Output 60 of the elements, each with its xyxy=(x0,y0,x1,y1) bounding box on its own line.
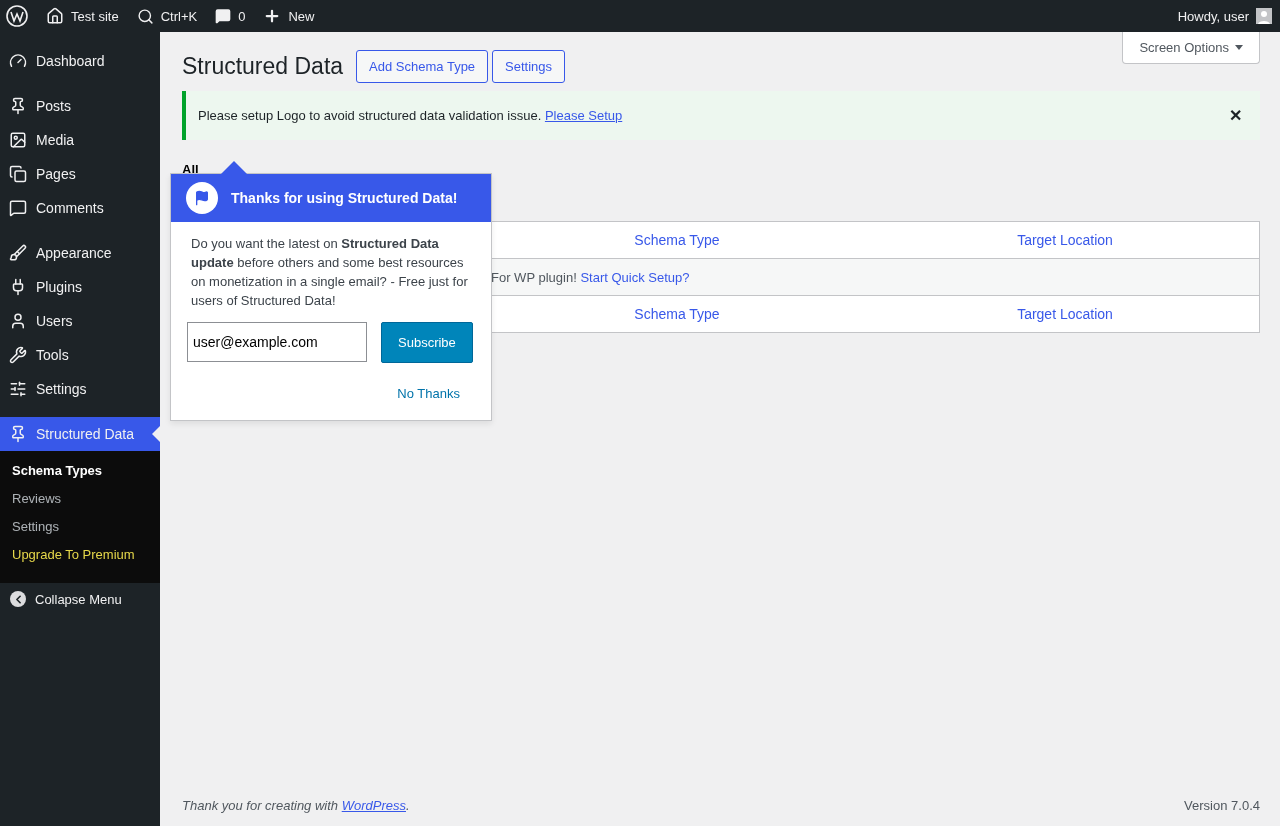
comment-icon xyxy=(215,8,232,24)
pin-icon xyxy=(9,425,27,443)
submenu-item[interactable]: Settings xyxy=(0,513,160,541)
sidebar-item[interactable]: Posts xyxy=(0,89,160,123)
sidebar-item[interactable]: Plugins xyxy=(0,270,160,304)
avatar-icon xyxy=(1256,8,1272,24)
pin-icon xyxy=(9,97,27,115)
search-icon xyxy=(136,7,154,25)
notice-text: Please setup Logo to avoid structured data validation issue. Please Setup xyxy=(198,108,623,123)
header-button[interactable]: Add Schema Type xyxy=(356,50,489,83)
greeting-text[interactable]: Howdy, user xyxy=(1177,8,1249,24)
dashboard-icon xyxy=(9,52,27,70)
comment-count[interactable]: 0 xyxy=(238,8,246,24)
collapse-menu[interactable]: Collapse Menu xyxy=(35,591,122,607)
wordpress-logo-icon[interactable] xyxy=(6,5,28,27)
column-header[interactable]: Schema Type xyxy=(634,232,720,248)
submenu-item[interactable]: Schema Types xyxy=(0,457,160,485)
sidebar-item[interactable]: Users xyxy=(0,304,160,338)
quick-setup-link[interactable]: Start Quick Setup? xyxy=(580,269,690,285)
image-icon xyxy=(9,131,27,149)
new-link[interactable]: New xyxy=(288,8,315,24)
sidebar-item[interactable]: Media xyxy=(0,123,160,157)
footer-text: Thank you for creating with WordPress. xyxy=(182,798,410,813)
sidebar-item[interactable]: Settings xyxy=(0,372,160,406)
collapse-icon[interactable] xyxy=(10,591,26,607)
site-link[interactable]: Test site xyxy=(71,8,119,24)
version-text: Version 7.0.4 xyxy=(1184,798,1260,813)
caret-icon xyxy=(1235,45,1243,50)
sliders-icon xyxy=(9,380,27,398)
column-footer[interactable]: Target Location xyxy=(1017,306,1113,322)
close-button[interactable]: ✕ xyxy=(1223,105,1248,126)
subscribe-button[interactable]: Subscribe xyxy=(381,322,473,363)
popup-title: Thanks for using Structured Data! xyxy=(231,190,458,206)
pointer-icon xyxy=(152,426,160,442)
header-button[interactable]: Settings xyxy=(492,50,566,83)
sidebar-item[interactable]: Pages xyxy=(0,157,160,191)
page-title: Structured Data xyxy=(182,53,344,80)
sidebar-item[interactable]: Appearance xyxy=(0,236,160,270)
wordpress-link[interactable]: WordPress xyxy=(341,798,406,813)
sidebar-item[interactable]: Structured Data xyxy=(0,417,160,451)
home-icon xyxy=(46,7,64,25)
column-header[interactable]: Target Location xyxy=(1017,232,1113,248)
column-footer[interactable]: Schema Type xyxy=(634,306,720,322)
user-icon xyxy=(9,312,27,330)
comment-icon xyxy=(9,199,27,217)
sidebar-item[interactable]: Comments xyxy=(0,191,160,225)
flag-icon xyxy=(186,182,218,214)
wrench-icon xyxy=(9,346,27,364)
search-shortcut[interactable]: Ctrl+K xyxy=(160,8,198,24)
pages-icon xyxy=(9,165,27,183)
sidebar-item[interactable]: Tools xyxy=(0,338,160,372)
brush-icon xyxy=(9,244,27,262)
popup-message: Do you want the latest on Structured Data update before others and some best resources on monetization in a single email? - Free just for users of Structured Data! xyxy=(190,235,469,310)
sidebar-item[interactable]: Dashboard xyxy=(0,44,160,78)
submenu-item[interactable]: Reviews xyxy=(0,485,160,513)
screen-options-button[interactable]: Screen Options xyxy=(1122,32,1260,64)
setup-link[interactable]: Please Setup xyxy=(544,108,623,123)
email-field[interactable]: user@example.com xyxy=(187,322,367,362)
submenu-item[interactable]: Upgrade To Premium xyxy=(0,541,160,569)
no-thanks-button[interactable]: No Thanks xyxy=(391,385,466,402)
